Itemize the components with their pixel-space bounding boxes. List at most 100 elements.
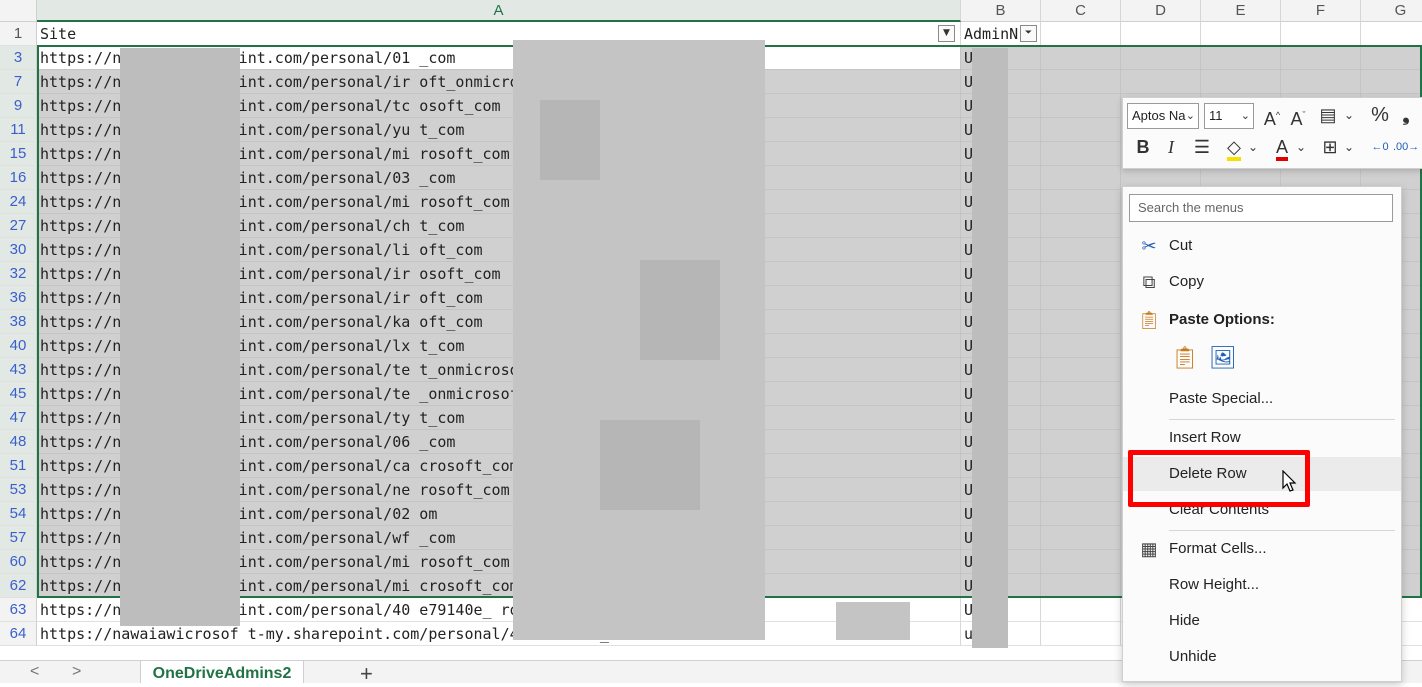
menu-item-unhide[interactable]: Unhide (1123, 640, 1401, 674)
chevron-down-icon[interactable]: ⌄ (1247, 136, 1259, 158)
row-number[interactable]: 16 (0, 166, 37, 190)
font-color-icon[interactable]: A (1271, 136, 1293, 161)
decrease-decimal-icon[interactable]: .00→ (1393, 136, 1419, 158)
header-cell-site[interactable]: Site (37, 22, 961, 46)
row-number[interactable]: 24 (0, 190, 37, 214)
row-number[interactable]: 63 (0, 598, 37, 622)
cell[interactable] (1361, 22, 1422, 46)
chevron-down-icon[interactable]: ⌄ (1343, 104, 1355, 126)
row-number[interactable]: 38 (0, 310, 37, 334)
prev-sheet-icon[interactable]: < (30, 663, 39, 681)
row-number[interactable]: 36 (0, 286, 37, 310)
row-number[interactable]: 7 (0, 70, 37, 94)
row-number[interactable]: 60 (0, 550, 37, 574)
menu-item-cut[interactable]: ✂ Cut (1123, 229, 1401, 263)
column-header-e[interactable]: E (1201, 0, 1281, 22)
next-sheet-icon[interactable]: > (72, 663, 81, 681)
cell[interactable] (1281, 46, 1361, 70)
column-header-a[interactable]: A (37, 0, 961, 22)
filter-dropdown-icon[interactable]: ▼ (938, 25, 955, 42)
row-number[interactable]: 43 (0, 358, 37, 382)
paste-icon[interactable]: 📋︎ (1171, 345, 1199, 373)
row-number[interactable]: 30 (0, 238, 37, 262)
comma-style-icon[interactable]: ❟ (1395, 104, 1417, 126)
menu-item-hide[interactable]: Hide (1123, 604, 1401, 638)
decrease-font-size-icon[interactable]: Aˇ (1287, 104, 1309, 130)
number-format-icon[interactable]: ▤ (1317, 104, 1339, 126)
cell[interactable] (1041, 70, 1121, 94)
cell[interactable] (1041, 526, 1121, 550)
cell[interactable] (1121, 46, 1201, 70)
row-number[interactable]: 45 (0, 382, 37, 406)
cell[interactable] (1041, 22, 1121, 46)
cell[interactable] (1041, 262, 1121, 286)
cell[interactable] (1041, 382, 1121, 406)
row-number[interactable]: 11 (0, 118, 37, 142)
row-number[interactable]: 51 (0, 454, 37, 478)
font-name-dropdown[interactable]: Aptos Na ⌄ (1127, 103, 1199, 129)
cell[interactable] (1041, 406, 1121, 430)
increase-font-size-icon[interactable]: A^ (1261, 104, 1283, 130)
cell[interactable] (1201, 70, 1281, 94)
cell[interactable] (1041, 430, 1121, 454)
sheet-tab-onedriveadmins2[interactable]: OneDriveAdmins2 (140, 661, 304, 683)
row-number[interactable]: 64 (0, 622, 37, 646)
column-header-g[interactable]: G (1361, 0, 1422, 22)
cell[interactable] (1041, 478, 1121, 502)
row-number[interactable]: 32 (0, 262, 37, 286)
cell[interactable] (1041, 574, 1121, 598)
menu-item-paste-special[interactable]: Paste Special... (1123, 382, 1401, 416)
row-number[interactable]: 48 (0, 430, 37, 454)
column-header-f[interactable]: F (1281, 0, 1361, 22)
cell[interactable] (1041, 142, 1121, 166)
row-number[interactable]: 57 (0, 526, 37, 550)
cell[interactable] (1041, 286, 1121, 310)
cell[interactable] (1041, 238, 1121, 262)
paste-picture-icon[interactable]: 🖼︎ (1209, 345, 1237, 373)
percent-style-icon[interactable]: % (1369, 104, 1391, 126)
cell[interactable] (1041, 550, 1121, 574)
borders-icon[interactable]: ⊞ (1319, 136, 1341, 158)
filter-active-icon[interactable]: ⏷ (1020, 25, 1037, 42)
bold-icon[interactable]: B (1133, 136, 1153, 158)
cell[interactable] (1121, 22, 1201, 46)
increase-decimal-icon[interactable]: ←0 (1367, 136, 1393, 158)
italic-icon[interactable]: I (1161, 136, 1181, 158)
cell[interactable] (1041, 190, 1121, 214)
row-number[interactable]: 53 (0, 478, 37, 502)
menu-item-copy[interactable]: ⧉ Copy (1123, 265, 1401, 299)
cell[interactable] (1281, 22, 1361, 46)
row-number[interactable]: 1 (0, 22, 37, 46)
row-number[interactable]: 62 (0, 574, 37, 598)
add-sheet-button[interactable]: + (360, 661, 373, 687)
cell[interactable] (1201, 22, 1281, 46)
font-size-dropdown[interactable]: 11 ⌄ (1204, 103, 1254, 129)
cell[interactable] (1361, 70, 1422, 94)
cell[interactable] (1041, 166, 1121, 190)
search-menus-input[interactable]: Search the menus (1129, 194, 1393, 222)
cell[interactable] (1041, 334, 1121, 358)
cell[interactable] (1041, 598, 1121, 622)
select-all-corner[interactable] (0, 0, 37, 22)
column-header-b[interactable]: B (961, 0, 1041, 22)
cell[interactable] (1281, 70, 1361, 94)
menu-item-format-cells[interactable]: ▦ Format Cells... (1123, 532, 1401, 566)
cell[interactable] (1041, 118, 1121, 142)
row-number[interactable]: 27 (0, 214, 37, 238)
cell[interactable] (1041, 214, 1121, 238)
chevron-down-icon[interactable]: ⌄ (1295, 136, 1307, 158)
cell[interactable] (1041, 46, 1121, 70)
column-header-d[interactable]: D (1121, 0, 1201, 22)
row-number[interactable]: 40 (0, 334, 37, 358)
fill-color-icon[interactable]: ◇ (1223, 136, 1245, 161)
cell[interactable] (1041, 94, 1121, 118)
row-number[interactable]: 15 (0, 142, 37, 166)
align-center-icon[interactable]: ☰ (1191, 136, 1213, 158)
row-number[interactable]: 9 (0, 94, 37, 118)
cell[interactable] (1121, 70, 1201, 94)
cell[interactable] (1041, 502, 1121, 526)
cell[interactable] (1201, 46, 1281, 70)
cell[interactable] (1041, 454, 1121, 478)
cell[interactable] (1041, 310, 1121, 334)
cell[interactable] (1361, 46, 1422, 70)
